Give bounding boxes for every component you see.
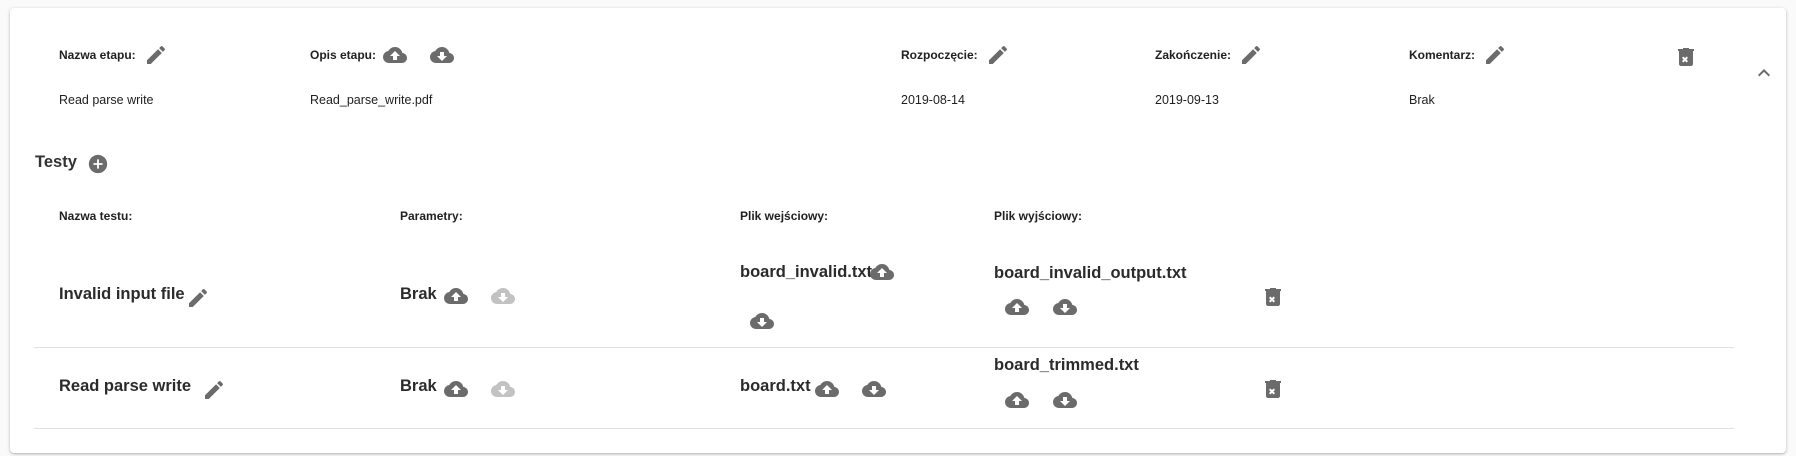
test-row-2-output-file: board_trimmed.txt bbox=[994, 356, 1139, 374]
cloud-upload-icon[interactable] bbox=[1005, 295, 1029, 319]
stage-name-header: Nazwa etapu: bbox=[59, 48, 136, 62]
test-row-2-input-file: board.txt bbox=[740, 377, 811, 395]
test-row-2-params: Brak bbox=[400, 377, 437, 395]
cloud-upload-icon[interactable] bbox=[444, 377, 468, 401]
test-name-header: Nazwa testu: bbox=[59, 209, 133, 223]
stage-start-header: Rozpoczęcie: bbox=[901, 48, 978, 62]
cloud-upload-icon[interactable] bbox=[870, 260, 894, 284]
stage-end-header: Zakończenie: bbox=[1155, 48, 1232, 62]
pencil-icon[interactable] bbox=[1239, 43, 1263, 67]
test-row-2-name: Read parse write bbox=[59, 377, 192, 395]
cloud-upload-icon[interactable] bbox=[383, 43, 407, 67]
cloud-download-icon[interactable] bbox=[430, 43, 454, 67]
tests-section-title: Testy bbox=[35, 153, 77, 171]
test-input-header: Plik wejściowy: bbox=[740, 209, 829, 223]
stage-start-value: 2019-08-14 bbox=[901, 93, 965, 107]
test-params-header: Parametry: bbox=[400, 209, 463, 223]
pencil-icon[interactable] bbox=[1483, 43, 1507, 67]
cloud-download-icon[interactable] bbox=[491, 377, 515, 401]
pencil-icon[interactable] bbox=[144, 43, 168, 67]
stage-end-value: 2019-09-13 bbox=[1155, 93, 1219, 107]
test-row-1-output-file: board_invalid_output.txt bbox=[994, 264, 1187, 282]
stage-comment-header: Komentarz: bbox=[1409, 48, 1476, 62]
stage-description-value: Read_parse_write.pdf bbox=[310, 93, 433, 107]
cloud-download-icon[interactable] bbox=[491, 284, 515, 308]
cloud-upload-icon[interactable] bbox=[1005, 388, 1029, 412]
trash-icon[interactable] bbox=[1674, 45, 1698, 69]
pencil-icon[interactable] bbox=[202, 378, 226, 402]
stage-description-header: Opis etapu: bbox=[310, 48, 377, 62]
cloud-upload-icon[interactable] bbox=[815, 377, 839, 401]
test-row-1-input-file: board_invalid.txt bbox=[740, 263, 873, 281]
chevron-up-icon[interactable] bbox=[1752, 61, 1776, 85]
pencil-icon[interactable] bbox=[186, 286, 210, 310]
cloud-download-icon[interactable] bbox=[862, 377, 886, 401]
row-divider bbox=[34, 347, 1734, 348]
trash-icon[interactable] bbox=[1261, 285, 1285, 309]
test-row-1-params: Brak bbox=[400, 285, 437, 303]
test-row-1-name: Invalid input file bbox=[59, 285, 185, 303]
trash-icon[interactable] bbox=[1261, 377, 1285, 401]
stage-card: Nazwa etapu: Opis etapu: Rozpoczęcie: Za… bbox=[10, 8, 1786, 453]
test-output-header: Plik wyjściowy: bbox=[994, 209, 1083, 223]
cloud-download-icon[interactable] bbox=[750, 309, 774, 333]
stage-name-value: Read parse write bbox=[59, 93, 154, 107]
row-divider bbox=[34, 428, 1734, 429]
cloud-download-icon[interactable] bbox=[1053, 295, 1077, 319]
add-circle-icon[interactable] bbox=[87, 153, 109, 175]
stage-comment-value: Brak bbox=[1409, 93, 1435, 107]
cloud-upload-icon[interactable] bbox=[444, 284, 468, 308]
pencil-icon[interactable] bbox=[986, 43, 1010, 67]
cloud-download-icon[interactable] bbox=[1053, 388, 1077, 412]
